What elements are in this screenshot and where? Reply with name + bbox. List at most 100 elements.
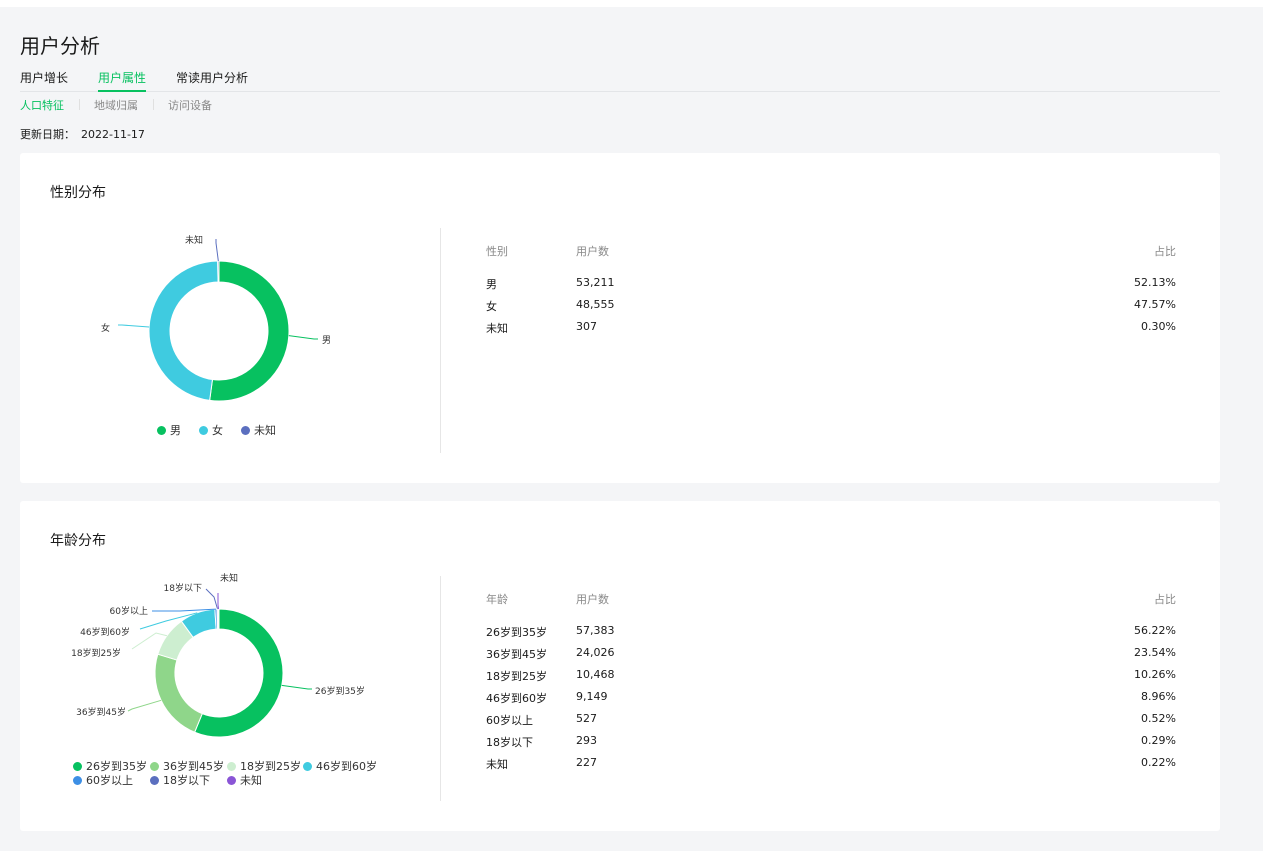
slice-leader-line — [118, 324, 150, 328]
legend-dot — [199, 426, 208, 435]
row-percent: 47.57% — [1134, 298, 1176, 311]
row-name: 男 — [486, 278, 497, 291]
header-users: 用户数 — [576, 245, 609, 258]
tab-user-attributes[interactable]: 用户属性 — [98, 69, 147, 92]
header-users: 用户数 — [576, 593, 609, 606]
row-percent: 0.52% — [1141, 712, 1176, 725]
legend-item[interactable]: 18岁以下 — [150, 772, 210, 788]
legend-label: 未知 — [254, 424, 276, 437]
row-percent: 0.22% — [1141, 756, 1176, 769]
row-count: 10,468 — [576, 668, 615, 681]
row-count: 24,026 — [576, 646, 615, 659]
pie-slice[interactable] — [148, 260, 219, 401]
main-tabs: 用户增长 用户属性 常读用户分析 — [20, 69, 1220, 92]
legend-item[interactable]: 男 — [157, 422, 181, 438]
pie-slice[interactable] — [154, 653, 203, 733]
pie-slice[interactable] — [217, 608, 220, 630]
slice-label: 26岁到35岁 — [315, 685, 365, 697]
slice-label: 18岁到25岁 — [71, 647, 121, 659]
row-name: 60岁以上 — [486, 714, 533, 727]
legend-label: 18岁以下 — [163, 774, 210, 787]
legend-dot — [227, 762, 236, 771]
tab-user-growth[interactable]: 用户增长 — [20, 69, 68, 92]
slice-label: 未知 — [185, 234, 203, 246]
table-row: 未知 227 0.22% — [486, 756, 1176, 772]
pie-slice[interactable] — [217, 260, 220, 283]
table-row: 26岁到35岁 57,383 56.22% — [486, 624, 1176, 640]
header-percent: 占比 — [1154, 245, 1176, 258]
row-count: 307 — [576, 320, 597, 333]
row-percent: 10.26% — [1134, 668, 1176, 681]
row-percent: 52.13% — [1134, 276, 1176, 289]
legend-label: 男 — [170, 424, 181, 437]
table-row: 18岁到25岁 10,468 10.26% — [486, 668, 1176, 684]
header-percent: 占比 — [1154, 593, 1176, 606]
legend-item[interactable]: 未知 — [227, 772, 262, 788]
slice-leader-line — [288, 335, 318, 340]
slice-leader-line — [127, 699, 162, 712]
slice-leader-line — [281, 684, 312, 690]
card-divider — [440, 576, 441, 801]
subtab-demographics[interactable]: 人口特征 — [20, 97, 64, 113]
update-date-value: 2022-11-17 — [81, 128, 145, 141]
table-row: 60岁以上 527 0.52% — [486, 712, 1176, 728]
slice-label: 46岁到60岁 — [80, 626, 130, 638]
gender-table-header: 性别 用户数 占比 — [486, 243, 1176, 259]
slice-leader-line — [217, 593, 220, 610]
subtab-devices[interactable]: 访问设备 — [168, 97, 212, 113]
table-row: 未知 307 0.30% — [486, 320, 1176, 336]
slice-label: 未知 — [220, 572, 238, 584]
legend-dot — [241, 426, 250, 435]
row-name: 未知 — [486, 758, 508, 771]
header-gender: 性别 — [486, 245, 508, 258]
table-row: 36岁到45岁 24,026 23.54% — [486, 646, 1176, 662]
tab-frequent-readers[interactable]: 常读用户分析 — [176, 69, 248, 92]
slice-label: 女 — [101, 322, 110, 334]
row-name: 18岁到25岁 — [486, 670, 547, 683]
age-card: 年龄分布 26岁到35岁 36岁到45岁 18岁到25岁 46岁到60岁 60岁以上 18… — [20, 501, 1220, 831]
card-divider — [440, 228, 441, 453]
row-name: 女 — [486, 300, 497, 313]
slice-label: 18岁以下 — [164, 582, 202, 594]
update-date-label: 更新日期： — [20, 128, 75, 141]
pie-slice[interactable] — [209, 260, 290, 402]
row-name: 46岁到60岁 — [486, 692, 547, 705]
legend-dot — [150, 762, 159, 771]
row-count: 293 — [576, 734, 597, 747]
top-strip — [0, 0, 1263, 7]
legend-label: 60岁以上 — [86, 774, 133, 787]
row-count: 48,555 — [576, 298, 615, 311]
age-table-header: 年龄 用户数 占比 — [486, 591, 1176, 607]
table-row: 女 48,555 47.57% — [486, 298, 1176, 314]
legend-dot — [227, 776, 236, 785]
gender-donut-chart: 男 女 未知 — [101, 234, 331, 402]
legend-item[interactable]: 60岁以上 — [73, 772, 133, 788]
table-row: 18岁以下 293 0.29% — [486, 734, 1176, 750]
gender-card: 性别分布 男女未知 男女未知 性别 用户数 占比 男 53,211 52.13%… — [20, 153, 1220, 483]
row-name: 未知 — [486, 322, 508, 335]
row-name: 18岁以下 — [486, 736, 533, 749]
header-age: 年龄 — [486, 593, 508, 606]
row-percent: 0.30% — [1141, 320, 1176, 333]
legend-item[interactable]: 女 — [199, 422, 223, 438]
row-count: 53,211 — [576, 276, 615, 289]
legend-item[interactable]: 未知 — [241, 422, 276, 438]
legend-dot — [73, 762, 82, 771]
slice-label: 36岁到45岁 — [76, 706, 126, 718]
page-title: 用户分析 — [20, 34, 100, 58]
row-percent: 0.29% — [1141, 734, 1176, 747]
table-row: 男 53,211 52.13% — [486, 276, 1176, 292]
row-name: 36岁到45岁 — [486, 648, 547, 661]
legend-item[interactable]: 46岁到60岁 — [303, 758, 377, 774]
slice-label: 60岁以上 — [110, 605, 148, 617]
subtab-region[interactable]: 地域归属 — [94, 97, 138, 113]
row-name: 26岁到35岁 — [486, 626, 547, 639]
subtab-separator — [153, 99, 154, 110]
row-percent: 8.96% — [1141, 690, 1176, 703]
slice-leader-line — [205, 588, 219, 610]
row-percent: 23.54% — [1134, 646, 1176, 659]
legend-dot — [157, 426, 166, 435]
legend-dot — [303, 762, 312, 771]
row-count: 227 — [576, 756, 597, 769]
row-count: 527 — [576, 712, 597, 725]
